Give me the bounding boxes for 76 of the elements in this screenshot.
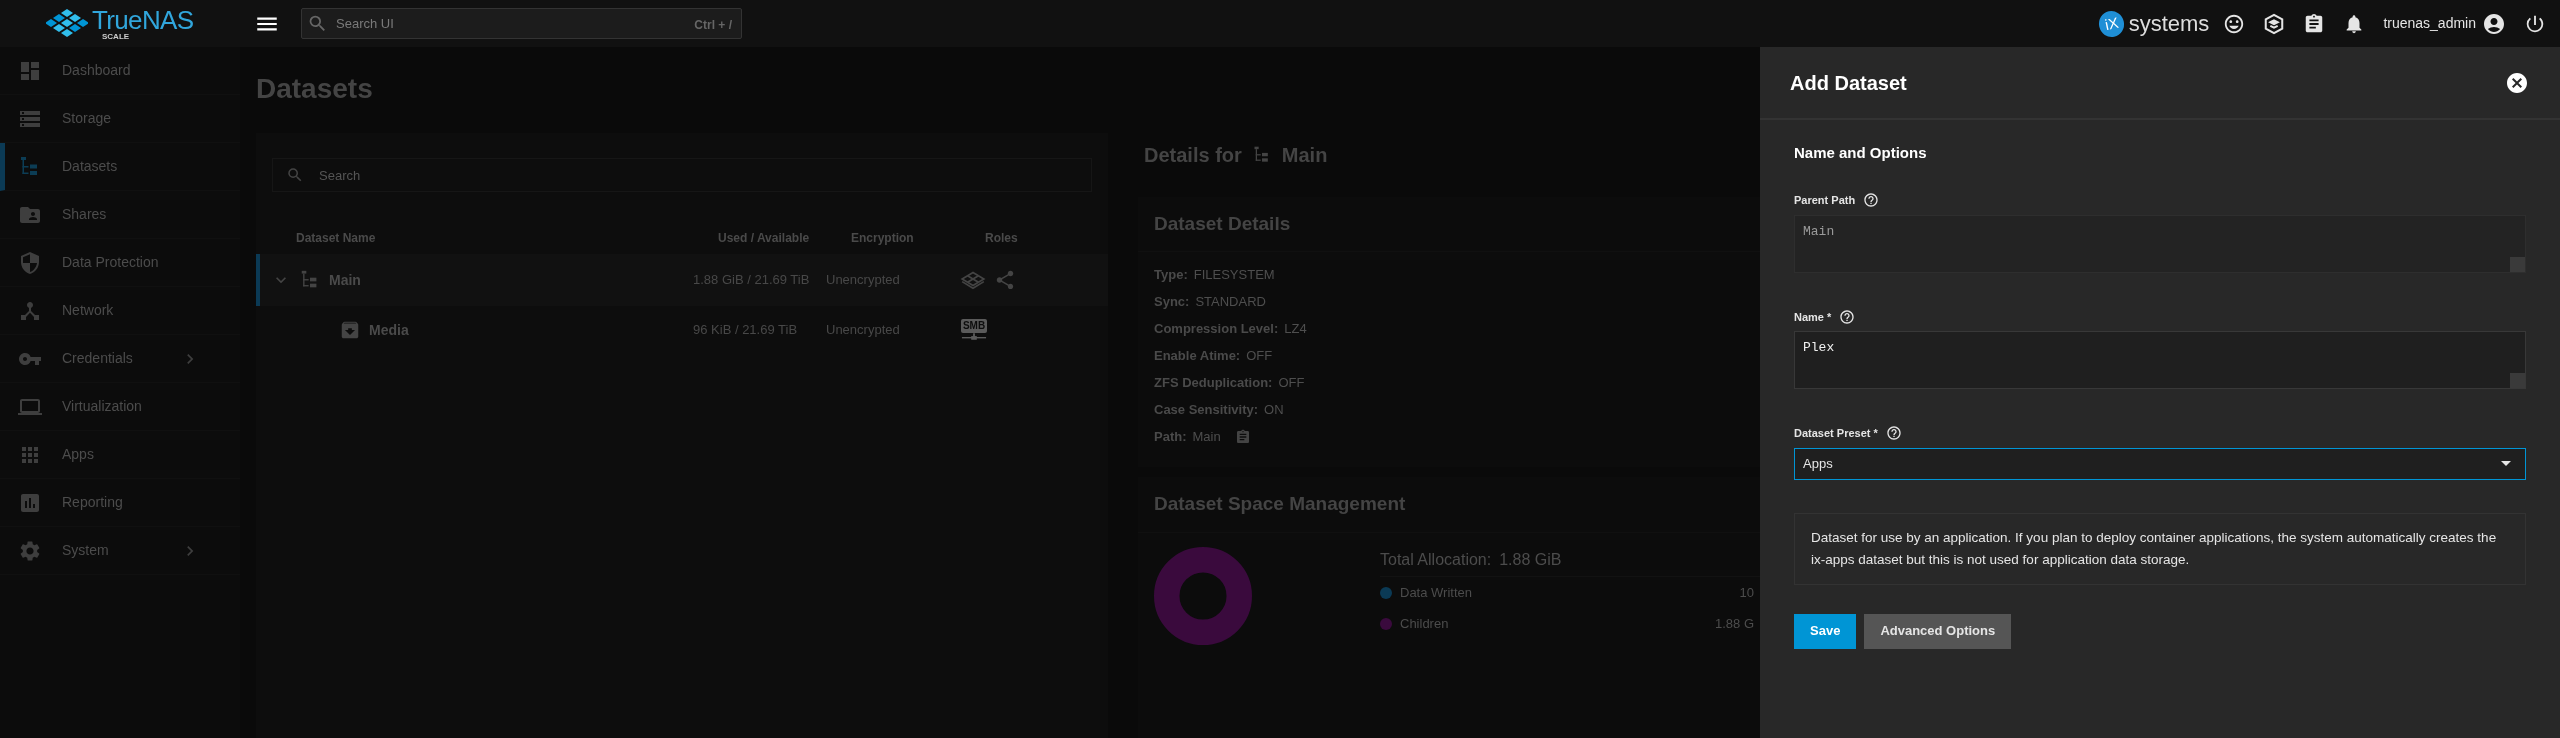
select-field[interactable]: Apps bbox=[1794, 447, 2526, 480]
encryption-cell-text: Unencrypted bbox=[826, 321, 901, 340]
detail-label: Case Sensitivity: bbox=[1154, 401, 1259, 420]
cube-icon[interactable] bbox=[2263, 12, 2286, 35]
detail-value: STANDARD bbox=[1195, 293, 1266, 312]
details-dataset-name: Main bbox=[1281, 143, 1328, 168]
search-field[interactable]: Search bbox=[272, 158, 1092, 192]
sidebar-item[interactable]: Datasets bbox=[0, 143, 240, 191]
logo-edition: SCALE bbox=[101, 32, 131, 41]
legend-value: 10 bbox=[1739, 583, 1754, 602]
sidebar-item[interactable]: Storage bbox=[0, 95, 240, 143]
save-button[interactable]: Save bbox=[1794, 613, 1857, 649]
search-icon bbox=[307, 13, 328, 34]
detail-value: FILESYSTEM bbox=[1193, 266, 1275, 285]
total-allocation-label: Total Allocation: bbox=[1380, 549, 1492, 570]
column-header: Dataset Name bbox=[296, 230, 377, 247]
detail-value: OFF bbox=[1246, 347, 1273, 366]
sidebar-item[interactable]: Virtualization bbox=[0, 383, 240, 431]
search-icon bbox=[286, 166, 304, 184]
stacked-cubes-icon bbox=[46, 8, 88, 39]
detail-label: Type: bbox=[1154, 266, 1188, 285]
card-title: Dataset Space Management bbox=[1154, 492, 1406, 517]
sidebar-item[interactable]: Apps bbox=[0, 431, 240, 479]
column-header: Used / Available bbox=[718, 230, 811, 247]
detail-label: Enable Atime: bbox=[1154, 347, 1241, 366]
legend-label: Data Written bbox=[1400, 583, 1473, 602]
dataset-name: Media bbox=[369, 320, 409, 340]
sidebar-item[interactable]: Reporting bbox=[0, 479, 240, 527]
field-label: Name * bbox=[1794, 309, 1832, 325]
dropdown-arrow-icon bbox=[2501, 461, 2511, 466]
sidebar-item[interactable]: Data Protection bbox=[0, 239, 240, 287]
section-title: Name and Options bbox=[1794, 143, 1928, 163]
legend-label: Children bbox=[1400, 614, 1450, 633]
field-label: Dataset Preset * bbox=[1794, 426, 1878, 441]
dataset-name: Main bbox=[329, 270, 361, 290]
details-title: Details for bbox=[1144, 143, 1242, 168]
close-icon[interactable] bbox=[2505, 70, 2529, 95]
settings-icon bbox=[18, 538, 42, 563]
sidebar-item[interactable]: Credentials bbox=[0, 335, 240, 383]
shield-icon bbox=[18, 250, 42, 275]
panel-title: Add Dataset bbox=[1790, 70, 1907, 96]
detail-label: Compression Level: bbox=[1154, 320, 1279, 339]
used-available-cell-text: 96 KiB / 21.69 TiB bbox=[693, 321, 799, 340]
help-icon[interactable] bbox=[1839, 308, 1856, 325]
page-title: Datasets bbox=[256, 72, 374, 106]
clipboard-icon[interactable] bbox=[1234, 429, 1251, 445]
detail-label: ZFS Deduplication: bbox=[1154, 374, 1273, 393]
card-title: Dataset Details bbox=[1154, 211, 1291, 236]
share-icon bbox=[994, 269, 1016, 291]
sidebar-item[interactable]: Network bbox=[0, 287, 240, 335]
sidebar-item[interactable]: Dashboard bbox=[0, 47, 240, 95]
sidebar-item[interactable]: System bbox=[0, 527, 240, 575]
detail-value: LZ4 bbox=[1284, 320, 1307, 339]
legend-value: 1.88 G bbox=[1714, 614, 1754, 633]
detail-value: OFF bbox=[1278, 374, 1305, 393]
vendor-logo-text: systems bbox=[2128, 10, 2210, 38]
advanced-options-button[interactable]: Advanced Options bbox=[1864, 613, 2012, 649]
account-icon[interactable] bbox=[2482, 11, 2506, 36]
archive-box-icon bbox=[339, 319, 361, 341]
sidebar-item[interactable]: Shares bbox=[0, 191, 240, 239]
column-header: Roles bbox=[985, 230, 1019, 247]
detail-value: ON bbox=[1264, 401, 1284, 420]
field-label: Parent Path bbox=[1794, 193, 1856, 208]
logo-text: TrueNAS bbox=[92, 6, 194, 33]
username[interactable]: truenas_admin bbox=[2383, 13, 2476, 34]
column-header: Encryption bbox=[851, 230, 915, 247]
help-icon[interactable] bbox=[1885, 425, 1902, 442]
smiley-icon[interactable] bbox=[2223, 12, 2246, 35]
help-icon[interactable] bbox=[1863, 192, 1880, 209]
textarea-field[interactable]: Plex bbox=[1794, 331, 2526, 389]
detail-value: Main bbox=[1192, 428, 1221, 447]
detail-label: Sync: bbox=[1154, 293, 1190, 312]
total-allocation-value: 1.88 GiB bbox=[1499, 549, 1562, 570]
detail-label: Path: bbox=[1154, 428, 1187, 447]
preset-description: Dataset for use by an application. If you plan to deploy container applications, the system automatically creates the ix-apps dataset but this is not used for application data storage. bbox=[1794, 512, 2526, 585]
shortcut-hint: Ctrl + / bbox=[694, 17, 732, 34]
